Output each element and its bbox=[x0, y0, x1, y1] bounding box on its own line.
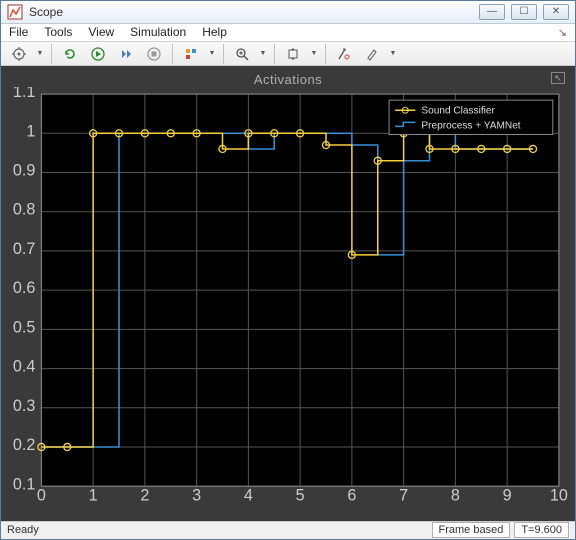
status-ready: Ready bbox=[7, 524, 39, 536]
close-button[interactable]: ✕ bbox=[543, 4, 569, 20]
svg-text:4: 4 bbox=[244, 487, 253, 505]
toolbar: ▼ ▼ ▼ ▼ ▼ bbox=[1, 42, 575, 67]
trigger-dropdown[interactable]: ▼ bbox=[207, 50, 217, 57]
svg-text:9: 9 bbox=[503, 487, 512, 505]
app-icon bbox=[7, 4, 23, 20]
plot-area[interactable]: Activations 0123456789100.10.20.30.40.50… bbox=[1, 66, 575, 521]
status-time: T=9.600 bbox=[514, 522, 569, 538]
stop-button[interactable] bbox=[142, 43, 166, 65]
run-button[interactable] bbox=[86, 43, 110, 65]
autoscale-button[interactable] bbox=[281, 43, 305, 65]
menu-simulation[interactable]: Simulation bbox=[130, 25, 186, 39]
expand-icon[interactable] bbox=[551, 72, 565, 84]
restart-button[interactable] bbox=[58, 43, 82, 65]
svg-text:0.1: 0.1 bbox=[13, 476, 35, 494]
svg-text:0.7: 0.7 bbox=[13, 240, 35, 258]
window-title: Scope bbox=[29, 5, 479, 19]
menu-file[interactable]: File bbox=[9, 25, 28, 39]
svg-text:1.1: 1.1 bbox=[13, 87, 35, 101]
measure-button[interactable] bbox=[332, 43, 356, 65]
statusbar: Ready Frame based T=9.600 bbox=[1, 521, 575, 539]
svg-text:0.4: 0.4 bbox=[13, 358, 35, 376]
menu-help[interactable]: Help bbox=[202, 25, 227, 39]
svg-text:1: 1 bbox=[89, 487, 98, 505]
maximize-button[interactable]: ☐ bbox=[511, 4, 537, 20]
svg-text:0: 0 bbox=[37, 487, 46, 505]
menubar: File Tools View Simulation Help ↘ bbox=[1, 24, 575, 42]
chart-title: Activations bbox=[5, 70, 571, 87]
trigger-button[interactable] bbox=[179, 43, 203, 65]
svg-text:8: 8 bbox=[451, 487, 460, 505]
settings-dropdown[interactable]: ▼ bbox=[35, 50, 45, 57]
zoom-button[interactable] bbox=[230, 43, 254, 65]
autoscale-dropdown[interactable]: ▼ bbox=[309, 50, 319, 57]
svg-text:0.9: 0.9 bbox=[13, 162, 35, 180]
svg-text:0.8: 0.8 bbox=[13, 201, 35, 219]
svg-text:0.5: 0.5 bbox=[13, 319, 35, 337]
highlight-button[interactable] bbox=[360, 43, 384, 65]
svg-text:1: 1 bbox=[26, 123, 35, 141]
svg-text:3: 3 bbox=[192, 487, 201, 505]
svg-text:0.3: 0.3 bbox=[13, 397, 35, 415]
svg-text:10: 10 bbox=[550, 487, 568, 505]
svg-text:Preprocess + YAMNet: Preprocess + YAMNet bbox=[421, 121, 520, 132]
chart[interactable]: 0 1 2 3 4 5 6 7 8 9 10 0.1 0.2 0.3 0.4 0.5 0.6 0.7 0.8 0.9 1… bbox=[5, 87, 571, 514]
svg-text:2: 2 bbox=[140, 487, 149, 505]
minimize-button[interactable]: — bbox=[479, 4, 505, 20]
menu-tools[interactable]: Tools bbox=[44, 25, 72, 39]
zoom-dropdown[interactable]: ▼ bbox=[258, 50, 268, 57]
svg-text:7: 7 bbox=[399, 487, 408, 505]
menubar-corner-icon[interactable]: ↘ bbox=[558, 26, 567, 39]
svg-text:6: 6 bbox=[347, 487, 356, 505]
svg-text:5: 5 bbox=[296, 487, 305, 505]
status-frame: Frame based bbox=[432, 522, 511, 538]
titlebar: Scope — ☐ ✕ bbox=[1, 1, 575, 24]
settings-button[interactable] bbox=[7, 43, 31, 65]
svg-text:0.2: 0.2 bbox=[13, 437, 35, 455]
svg-text:Sound Classifier: Sound Classifier bbox=[421, 106, 495, 117]
svg-text:0.6: 0.6 bbox=[13, 280, 35, 298]
menu-view[interactable]: View bbox=[88, 25, 114, 39]
step-button[interactable] bbox=[114, 43, 138, 65]
highlight-dropdown[interactable]: ▼ bbox=[388, 50, 398, 57]
